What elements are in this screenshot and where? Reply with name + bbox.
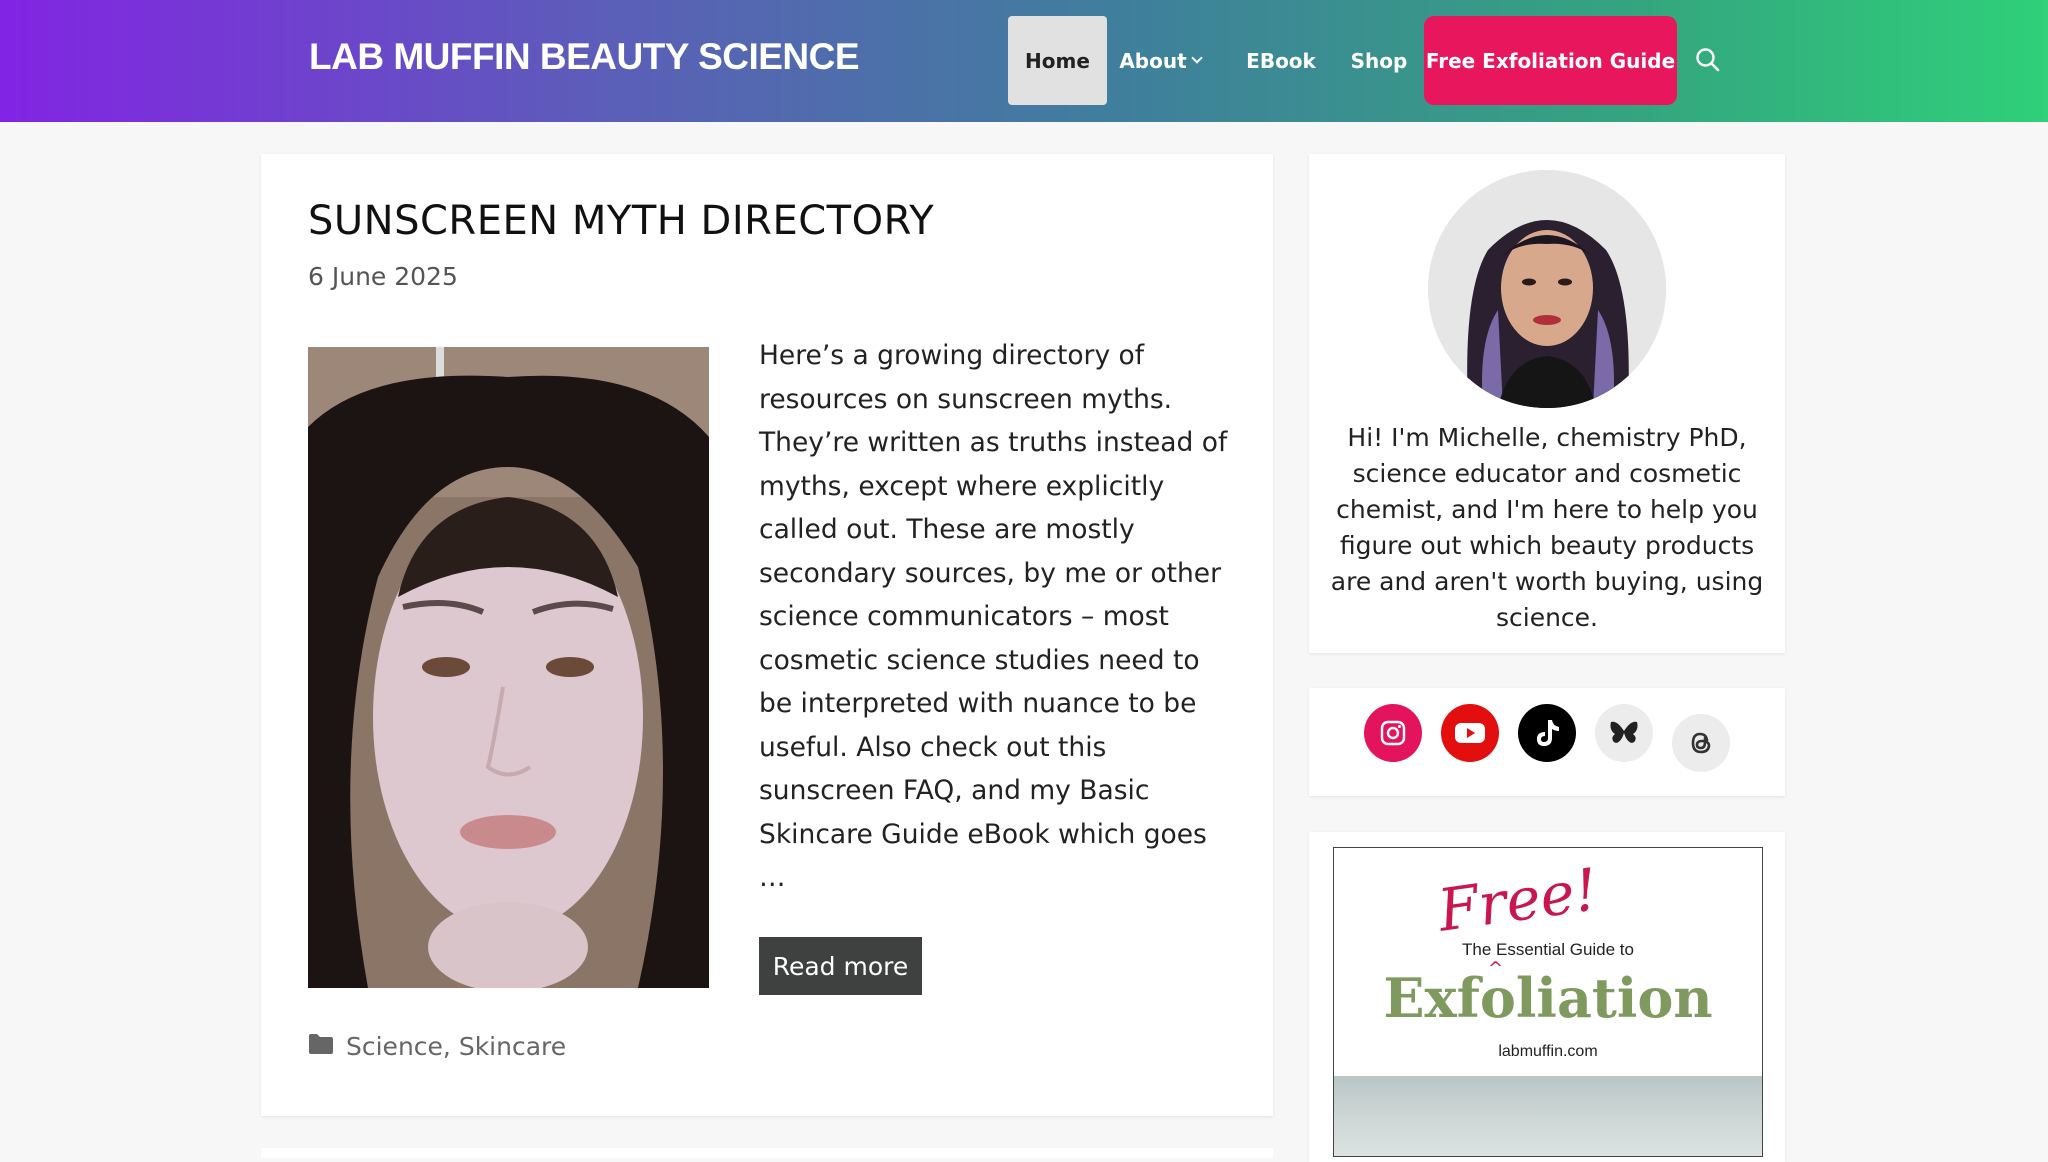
post-featured-image[interactable] xyxy=(308,347,709,988)
search-icon[interactable] xyxy=(1694,46,1722,74)
promo-title: Exfoliation xyxy=(1383,966,1713,1030)
nav-about-label: About xyxy=(1119,48,1187,73)
nav-about[interactable]: About xyxy=(1110,16,1210,105)
instagram-icon[interactable] xyxy=(1364,704,1422,762)
category-link-science[interactable]: Science xyxy=(346,1032,443,1061)
folder-icon xyxy=(308,1032,334,1061)
post-title[interactable]: SUNSCREEN MYTH DIRECTORY xyxy=(308,198,934,244)
nav-home[interactable]: Home xyxy=(1008,16,1107,105)
social-widget xyxy=(1309,688,1785,796)
next-post-card xyxy=(261,1148,1273,1158)
author-avatar xyxy=(1428,170,1666,408)
chevron-down-icon xyxy=(1191,51,1203,64)
nav-ebook[interactable]: EBook xyxy=(1238,16,1324,105)
site-header: LAB MUFFIN BEAUTY SCIENCE Home About EBo… xyxy=(0,0,2048,122)
free-exfoliation-guide-button[interactable]: Free Exfoliation Guide xyxy=(1424,16,1677,105)
tiktok-icon[interactable] xyxy=(1518,704,1576,762)
read-more-button[interactable]: Read more xyxy=(759,937,922,995)
category-link-skincare[interactable]: Skincare xyxy=(459,1032,566,1061)
post-card: SUNSCREEN MYTH DIRECTORY 6 June 2025 Her… xyxy=(261,154,1273,1116)
promo-photo xyxy=(1334,1076,1762,1156)
post-categories: Science , Skincare xyxy=(308,1032,566,1061)
promo-free: Free! xyxy=(1434,855,1602,945)
promo-url: labmuffin.com xyxy=(1498,1043,1598,1060)
category-separator: , xyxy=(442,1032,459,1061)
exfoliation-guide-banner[interactable]: Free! The Essential Guide to ^ Exfoliati… xyxy=(1333,847,1763,1157)
promo-subtitle: The Essential Guide to xyxy=(1462,940,1634,959)
nav-shop[interactable]: Shop xyxy=(1342,16,1416,105)
youtube-icon[interactable] xyxy=(1441,704,1499,762)
about-text: Hi! I'm Michelle, chemistry PhD, science… xyxy=(1330,423,1764,632)
post-excerpt: Here’s a growing directory of resources … xyxy=(759,340,1228,893)
threads-icon[interactable] xyxy=(1672,714,1730,772)
promo-widget: Free! The Essential Guide to ^ Exfoliati… xyxy=(1309,832,1785,1162)
post-date: 6 June 2025 xyxy=(308,262,458,291)
about-widget: Hi! I'm Michelle, chemistry PhD, science… xyxy=(1309,154,1785,653)
bluesky-icon[interactable] xyxy=(1595,704,1653,762)
site-title[interactable]: LAB MUFFIN BEAUTY SCIENCE xyxy=(309,36,860,78)
